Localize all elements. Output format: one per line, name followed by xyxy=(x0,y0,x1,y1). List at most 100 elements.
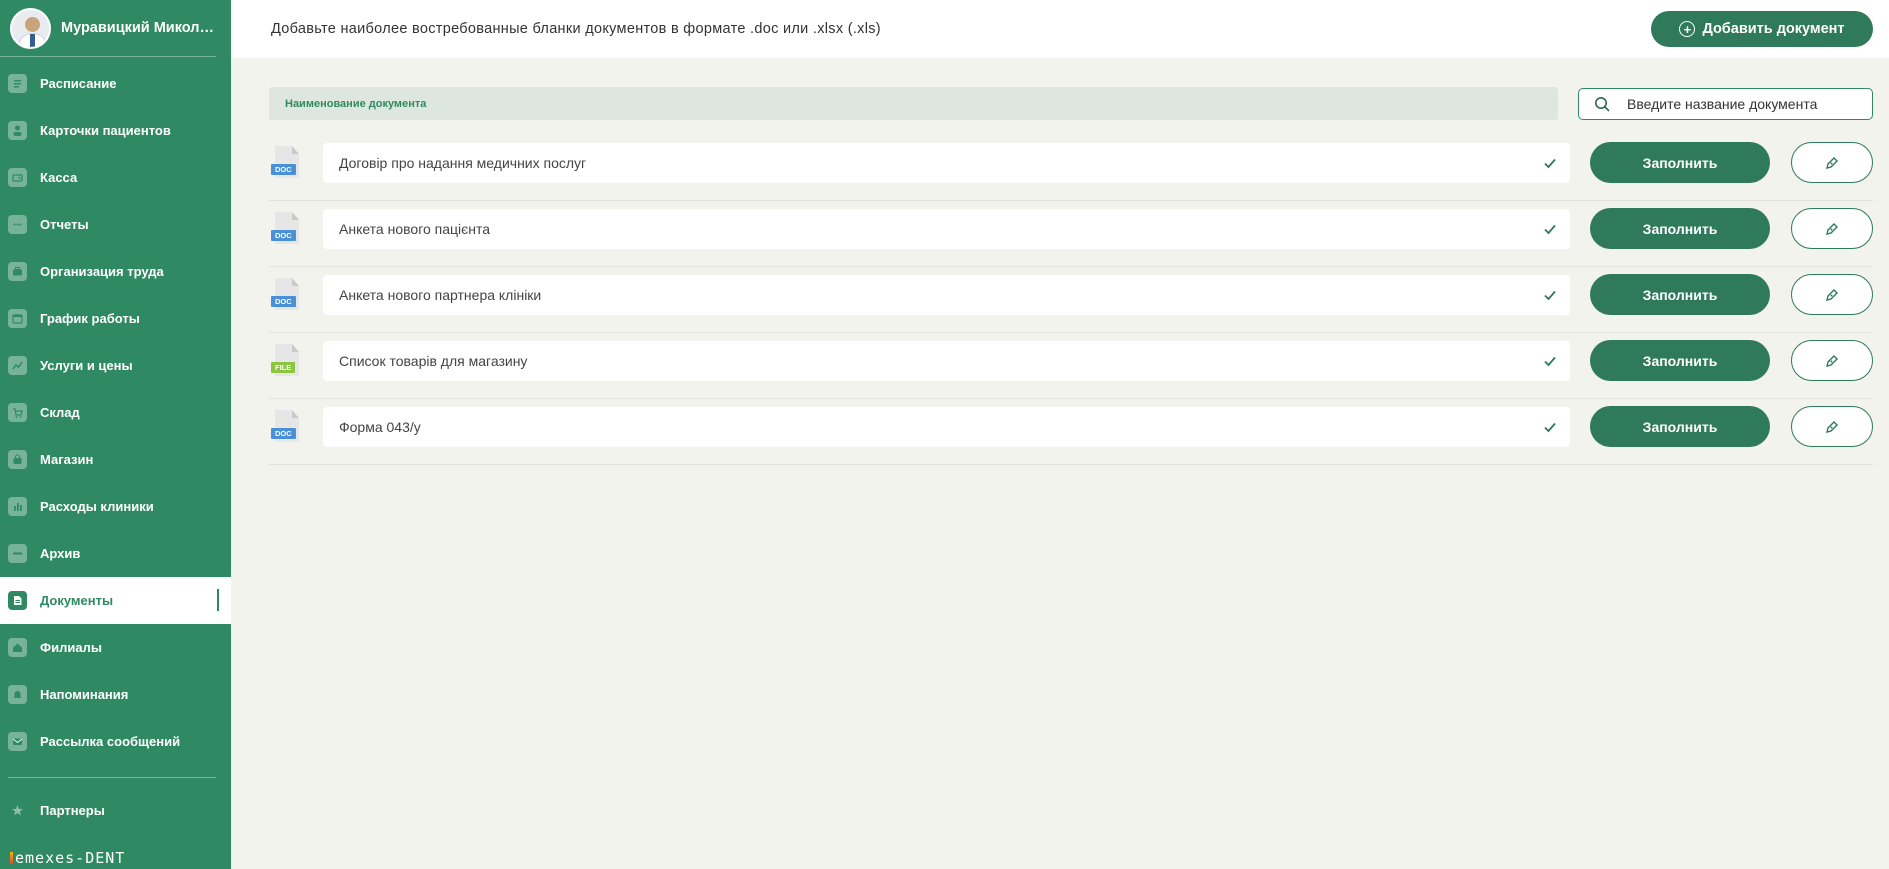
home-icon xyxy=(8,638,27,657)
bell-icon xyxy=(8,685,27,704)
fill-button[interactable]: Заполнить xyxy=(1590,406,1770,447)
document-name[interactable]: Список товарів для магазину xyxy=(323,341,1570,381)
wallet-icon xyxy=(8,168,27,187)
edit-button[interactable] xyxy=(1791,406,1873,447)
edit-button[interactable] xyxy=(1791,142,1873,183)
calendar-list-icon xyxy=(8,74,27,93)
sidebar-item-label: Рассылка сообщений xyxy=(40,734,181,749)
pen-edit-icon xyxy=(1826,288,1838,301)
sidebar-item-label: Касса xyxy=(40,170,78,185)
check-icon xyxy=(1544,356,1556,367)
document-name[interactable]: Анкета нового партнера клініки xyxy=(323,275,1570,315)
sidebar: Муравицкий Миколай Расписание Карточки п… xyxy=(0,0,231,869)
sidebar-item-label: Расписание xyxy=(40,76,117,91)
fill-button[interactable]: Заполнить xyxy=(1590,142,1770,183)
search-icon xyxy=(1595,97,1610,112)
schedule-icon xyxy=(8,309,27,328)
fill-button[interactable]: Заполнить xyxy=(1590,208,1770,249)
sidebar-item-label: Склад xyxy=(40,405,80,420)
column-header: Наименование документа xyxy=(269,87,1558,120)
archive-icon xyxy=(8,544,27,563)
search-input[interactable] xyxy=(1627,96,1857,112)
sidebar-item-label: Напоминания xyxy=(40,687,129,702)
sidebar-item-mailing[interactable]: Рассылка сообщений xyxy=(0,718,231,765)
top-bar: Добавьте наиболее востребованные бланки … xyxy=(231,0,1889,58)
sidebar-item-partners[interactable]: Партнеры xyxy=(0,790,231,830)
sidebar-item-work-schedule[interactable]: График работы xyxy=(0,295,231,342)
active-marker xyxy=(217,589,219,611)
briefcase-icon xyxy=(8,262,27,281)
xls-file-icon: FILE xyxy=(271,344,301,378)
sidebar-item-archive[interactable]: Архив xyxy=(0,530,231,577)
sidebar-item-label: Отчеты xyxy=(40,217,89,232)
table-row: DOC Форма 043/у Заполнить xyxy=(269,399,1873,465)
user-name: Муравицкий Миколай xyxy=(61,20,216,36)
user-profile[interactable]: Муравицкий Миколай xyxy=(0,0,216,57)
page-title: Добавьте наиболее востребованные бланки … xyxy=(271,21,881,37)
star-icon xyxy=(8,801,27,820)
sidebar-item-cash[interactable]: Касса xyxy=(0,154,231,201)
patients-icon xyxy=(8,121,27,140)
check-icon xyxy=(1544,158,1556,169)
document-list: DOC Договір про надання медичних послуг … xyxy=(269,135,1873,465)
sidebar-item-label: Услуги и цены xyxy=(40,358,133,373)
edit-button[interactable] xyxy=(1791,274,1873,315)
sidebar-item-label: Партнеры xyxy=(40,802,105,818)
sidebar-item-shop[interactable]: Магазин xyxy=(0,436,231,483)
search-box xyxy=(1578,88,1873,120)
plus-circle-icon: + xyxy=(1679,21,1696,37)
sidebar-item-clinic-expenses[interactable]: Расходы клиники xyxy=(0,483,231,530)
pen-edit-icon xyxy=(1826,354,1838,367)
fill-button[interactable]: Заполнить xyxy=(1590,340,1770,381)
check-icon xyxy=(1544,290,1556,301)
edit-button[interactable] xyxy=(1791,208,1873,249)
chart-icon xyxy=(8,356,27,375)
expenses-icon xyxy=(8,497,27,516)
doc-file-icon: DOC xyxy=(271,212,301,246)
sidebar-item-label: Архив xyxy=(40,546,81,561)
bag-icon xyxy=(8,450,27,469)
table-row: FILE Список товарів для магазину Заполни… xyxy=(269,333,1873,399)
table-row: DOC Договір про надання медичних послуг … xyxy=(269,135,1873,201)
sidebar-item-branches[interactable]: Филиалы xyxy=(0,624,231,671)
sidebar-item-documents[interactable]: Документы xyxy=(0,577,231,624)
document-icon xyxy=(8,591,27,610)
sidebar-divider xyxy=(8,777,216,778)
sidebar-item-label: Расходы клиники xyxy=(40,499,154,514)
sidebar-item-label: Карточки пациентов xyxy=(40,123,171,138)
sidebar-item-reports[interactable]: Отчеты xyxy=(0,201,231,248)
table-row: DOC Анкета нового партнера клініки Запол… xyxy=(269,267,1873,333)
sidebar-item-label: Магазин xyxy=(40,452,94,467)
sidebar-item-label: Документы xyxy=(40,593,114,608)
sidebar-item-work-organization[interactable]: Организация труда xyxy=(0,248,231,295)
doc-file-icon: DOC xyxy=(271,146,301,180)
doc-file-icon: DOC xyxy=(271,410,301,444)
pen-edit-icon xyxy=(1826,156,1838,169)
reports-icon xyxy=(8,215,27,234)
sidebar-item-label: График работы xyxy=(40,311,140,326)
pen-edit-icon xyxy=(1826,420,1838,433)
sidebar-item-label: Организация труда xyxy=(40,264,164,279)
sidebar-item-schedule[interactable]: Расписание xyxy=(0,60,231,107)
sidebar-item-reminders[interactable]: Напоминания xyxy=(0,671,231,718)
document-name[interactable]: Форма 043/у xyxy=(323,407,1570,447)
edit-button[interactable] xyxy=(1791,340,1873,381)
sidebar-item-services-prices[interactable]: Услуги и цены xyxy=(0,342,231,389)
pen-edit-icon xyxy=(1826,222,1838,235)
mail-icon xyxy=(8,732,27,751)
table-row: DOC Анкета нового пацієнта Заполнить xyxy=(269,201,1873,267)
brand-logo: emexes-DENT xyxy=(10,849,125,867)
sidebar-nav: Расписание Карточки пациентов Касса Отче… xyxy=(0,60,231,765)
sidebar-item-warehouse[interactable]: Склад xyxy=(0,389,231,436)
doc-file-icon: DOC xyxy=(271,278,301,312)
fill-button[interactable]: Заполнить xyxy=(1590,274,1770,315)
add-document-button[interactable]: + Добавить документ xyxy=(1651,11,1873,47)
sidebar-item-label: Филиалы xyxy=(40,640,102,655)
check-icon xyxy=(1544,422,1556,433)
cart-icon xyxy=(8,403,27,422)
add-document-label: Добавить документ xyxy=(1702,21,1845,37)
document-name[interactable]: Анкета нового пацієнта xyxy=(323,209,1570,249)
check-icon xyxy=(1544,224,1556,235)
sidebar-item-patients[interactable]: Карточки пациентов xyxy=(0,107,231,154)
document-name[interactable]: Договір про надання медичних послуг xyxy=(323,143,1570,183)
